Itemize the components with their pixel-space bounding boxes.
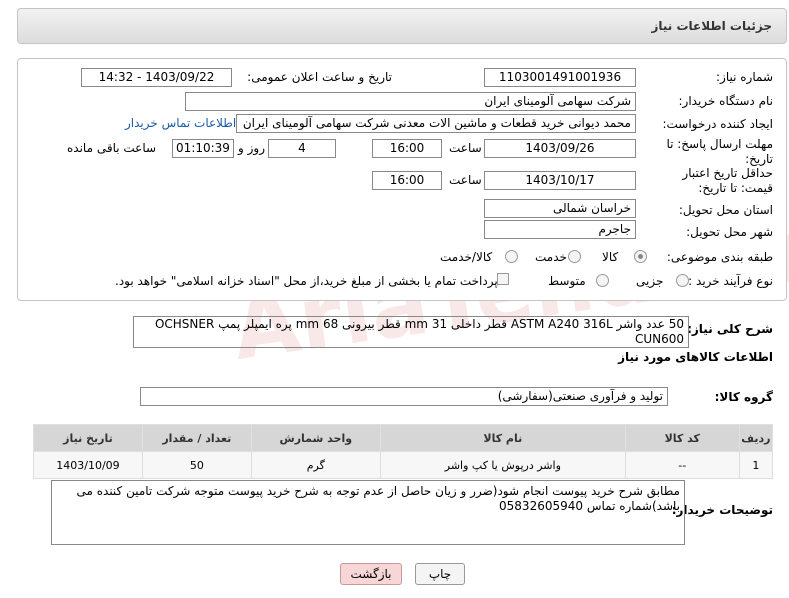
- cell-row-number: 1: [738, 451, 774, 479]
- cell-quantity: 50: [141, 451, 252, 479]
- cell-item-code: --: [624, 451, 740, 479]
- validity-label: حداقل تاریخ اعتبار قیمت: تا تاریخ:: [682, 166, 773, 195]
- goods-group-field[interactable]: تولید و فرآوری صنعتی(سفارشی): [140, 387, 668, 406]
- remaining-time-field[interactable]: 01:10:39: [172, 139, 234, 158]
- buyer-org-label: نام دستگاه خریدار:: [678, 94, 774, 108]
- requester-field[interactable]: محمد دیوانی خرید قطعات و ماشین الات معدن…: [236, 114, 636, 133]
- page-title: جزئیات اطلاعات نیاز: [651, 19, 772, 33]
- deadline-date-field[interactable]: 1403/09/26: [484, 139, 636, 158]
- days-field[interactable]: 4: [268, 139, 336, 158]
- header-item-name: نام کالا: [379, 424, 626, 452]
- buyer-notes-field[interactable]: مطابق شرح خرید پیوست انجام شود(ضرر و زیا…: [51, 480, 685, 545]
- province-field[interactable]: خراسان شمالی: [484, 199, 636, 218]
- contact-buyer-link[interactable]: اطلاعات تماس خریدار: [125, 116, 236, 130]
- goods-table: ردیف کد کالا نام کالا واحد شمارش تعداد /…: [33, 424, 774, 479]
- process-minor-radio[interactable]: [676, 274, 689, 287]
- deadline-label: مهلت ارسال پاسخ: تا تاریخ:: [666, 137, 773, 166]
- buyer-notes-label: توضیحات خریدار:: [671, 503, 773, 517]
- city-field[interactable]: جاجرم: [484, 220, 636, 239]
- description-label: شرح کلی نیاز:: [687, 322, 773, 336]
- deadline-time-field[interactable]: 16:00: [372, 139, 442, 158]
- category-service-label: خدمت: [535, 250, 567, 264]
- need-number-field[interactable]: 1103001491001936: [484, 68, 636, 87]
- header-need-date: تاریخ نیاز: [33, 424, 143, 452]
- category-goods-label: کالا: [602, 250, 619, 264]
- print-button[interactable]: چاپ: [415, 563, 465, 585]
- header-item-code: کد کالا: [624, 424, 740, 452]
- deadline-time-label: ساعت: [449, 141, 482, 155]
- category-both-label: کالا/خدمت: [440, 250, 493, 264]
- validity-time-label: ساعت: [449, 173, 482, 187]
- validity-date-field[interactable]: 1403/10/17: [484, 171, 636, 190]
- category-goods-radio[interactable]: [634, 250, 647, 263]
- back-button[interactable]: بازگشت: [340, 563, 402, 585]
- need-number-label: شماره نیاز:: [716, 70, 773, 84]
- announce-field[interactable]: 1403/09/22 - 14:32: [81, 68, 232, 87]
- cell-item-name: واشر درپوش یا کپ واشر: [379, 451, 626, 479]
- table-header-row: ردیف کد کالا نام کالا واحد شمارش تعداد /…: [33, 424, 774, 452]
- description-field[interactable]: 50 عدد واشر ASTM A240 316L قطر داخلی 31 …: [133, 316, 689, 348]
- category-service-radio[interactable]: [568, 250, 581, 263]
- table-row[interactable]: 1 -- واشر درپوش یا کپ واشر گرم 50 1403/1…: [33, 451, 774, 479]
- days-label: روز و: [238, 141, 265, 155]
- city-label: شهر محل تحویل:: [686, 225, 773, 239]
- header-panel: جزئیات اطلاعات نیاز: [17, 8, 787, 44]
- buyer-org-field[interactable]: شرکت سهامی آلومینای ایران: [185, 92, 636, 111]
- payment-note: پرداخت تمام یا بخشی از مبلغ خرید،از محل …: [115, 274, 498, 288]
- process-minor-label: جزیی: [636, 274, 664, 288]
- header-quantity: تعداد / مقدار: [141, 424, 252, 452]
- requester-label: ایجاد کننده درخواست:: [662, 117, 773, 131]
- cell-need-date: 1403/10/09: [33, 451, 143, 479]
- remaining-label: ساعت باقی مانده: [67, 141, 157, 155]
- province-label: استان محل تحویل:: [678, 203, 773, 217]
- cell-unit: گرم: [250, 451, 381, 479]
- header-row-number: ردیف: [738, 424, 774, 452]
- validity-time-field[interactable]: 16:00: [372, 171, 442, 190]
- goods-section-title: اطلاعات کالاهای مورد نیاز: [618, 350, 773, 364]
- goods-group-label: گروه کالا:: [714, 390, 773, 404]
- treasury-checkbox[interactable]: [497, 273, 509, 285]
- process-medium-radio[interactable]: [596, 274, 609, 287]
- header-unit: واحد شمارش: [250, 424, 381, 452]
- process-medium-label: متوسط: [548, 274, 586, 288]
- announce-label: تاریخ و ساعت اعلان عمومی:: [247, 70, 392, 84]
- process-label: نوع فرآیند خرید :: [688, 274, 773, 288]
- category-both-radio[interactable]: [505, 250, 518, 263]
- category-label: طبقه بندی موضوعی:: [666, 250, 773, 264]
